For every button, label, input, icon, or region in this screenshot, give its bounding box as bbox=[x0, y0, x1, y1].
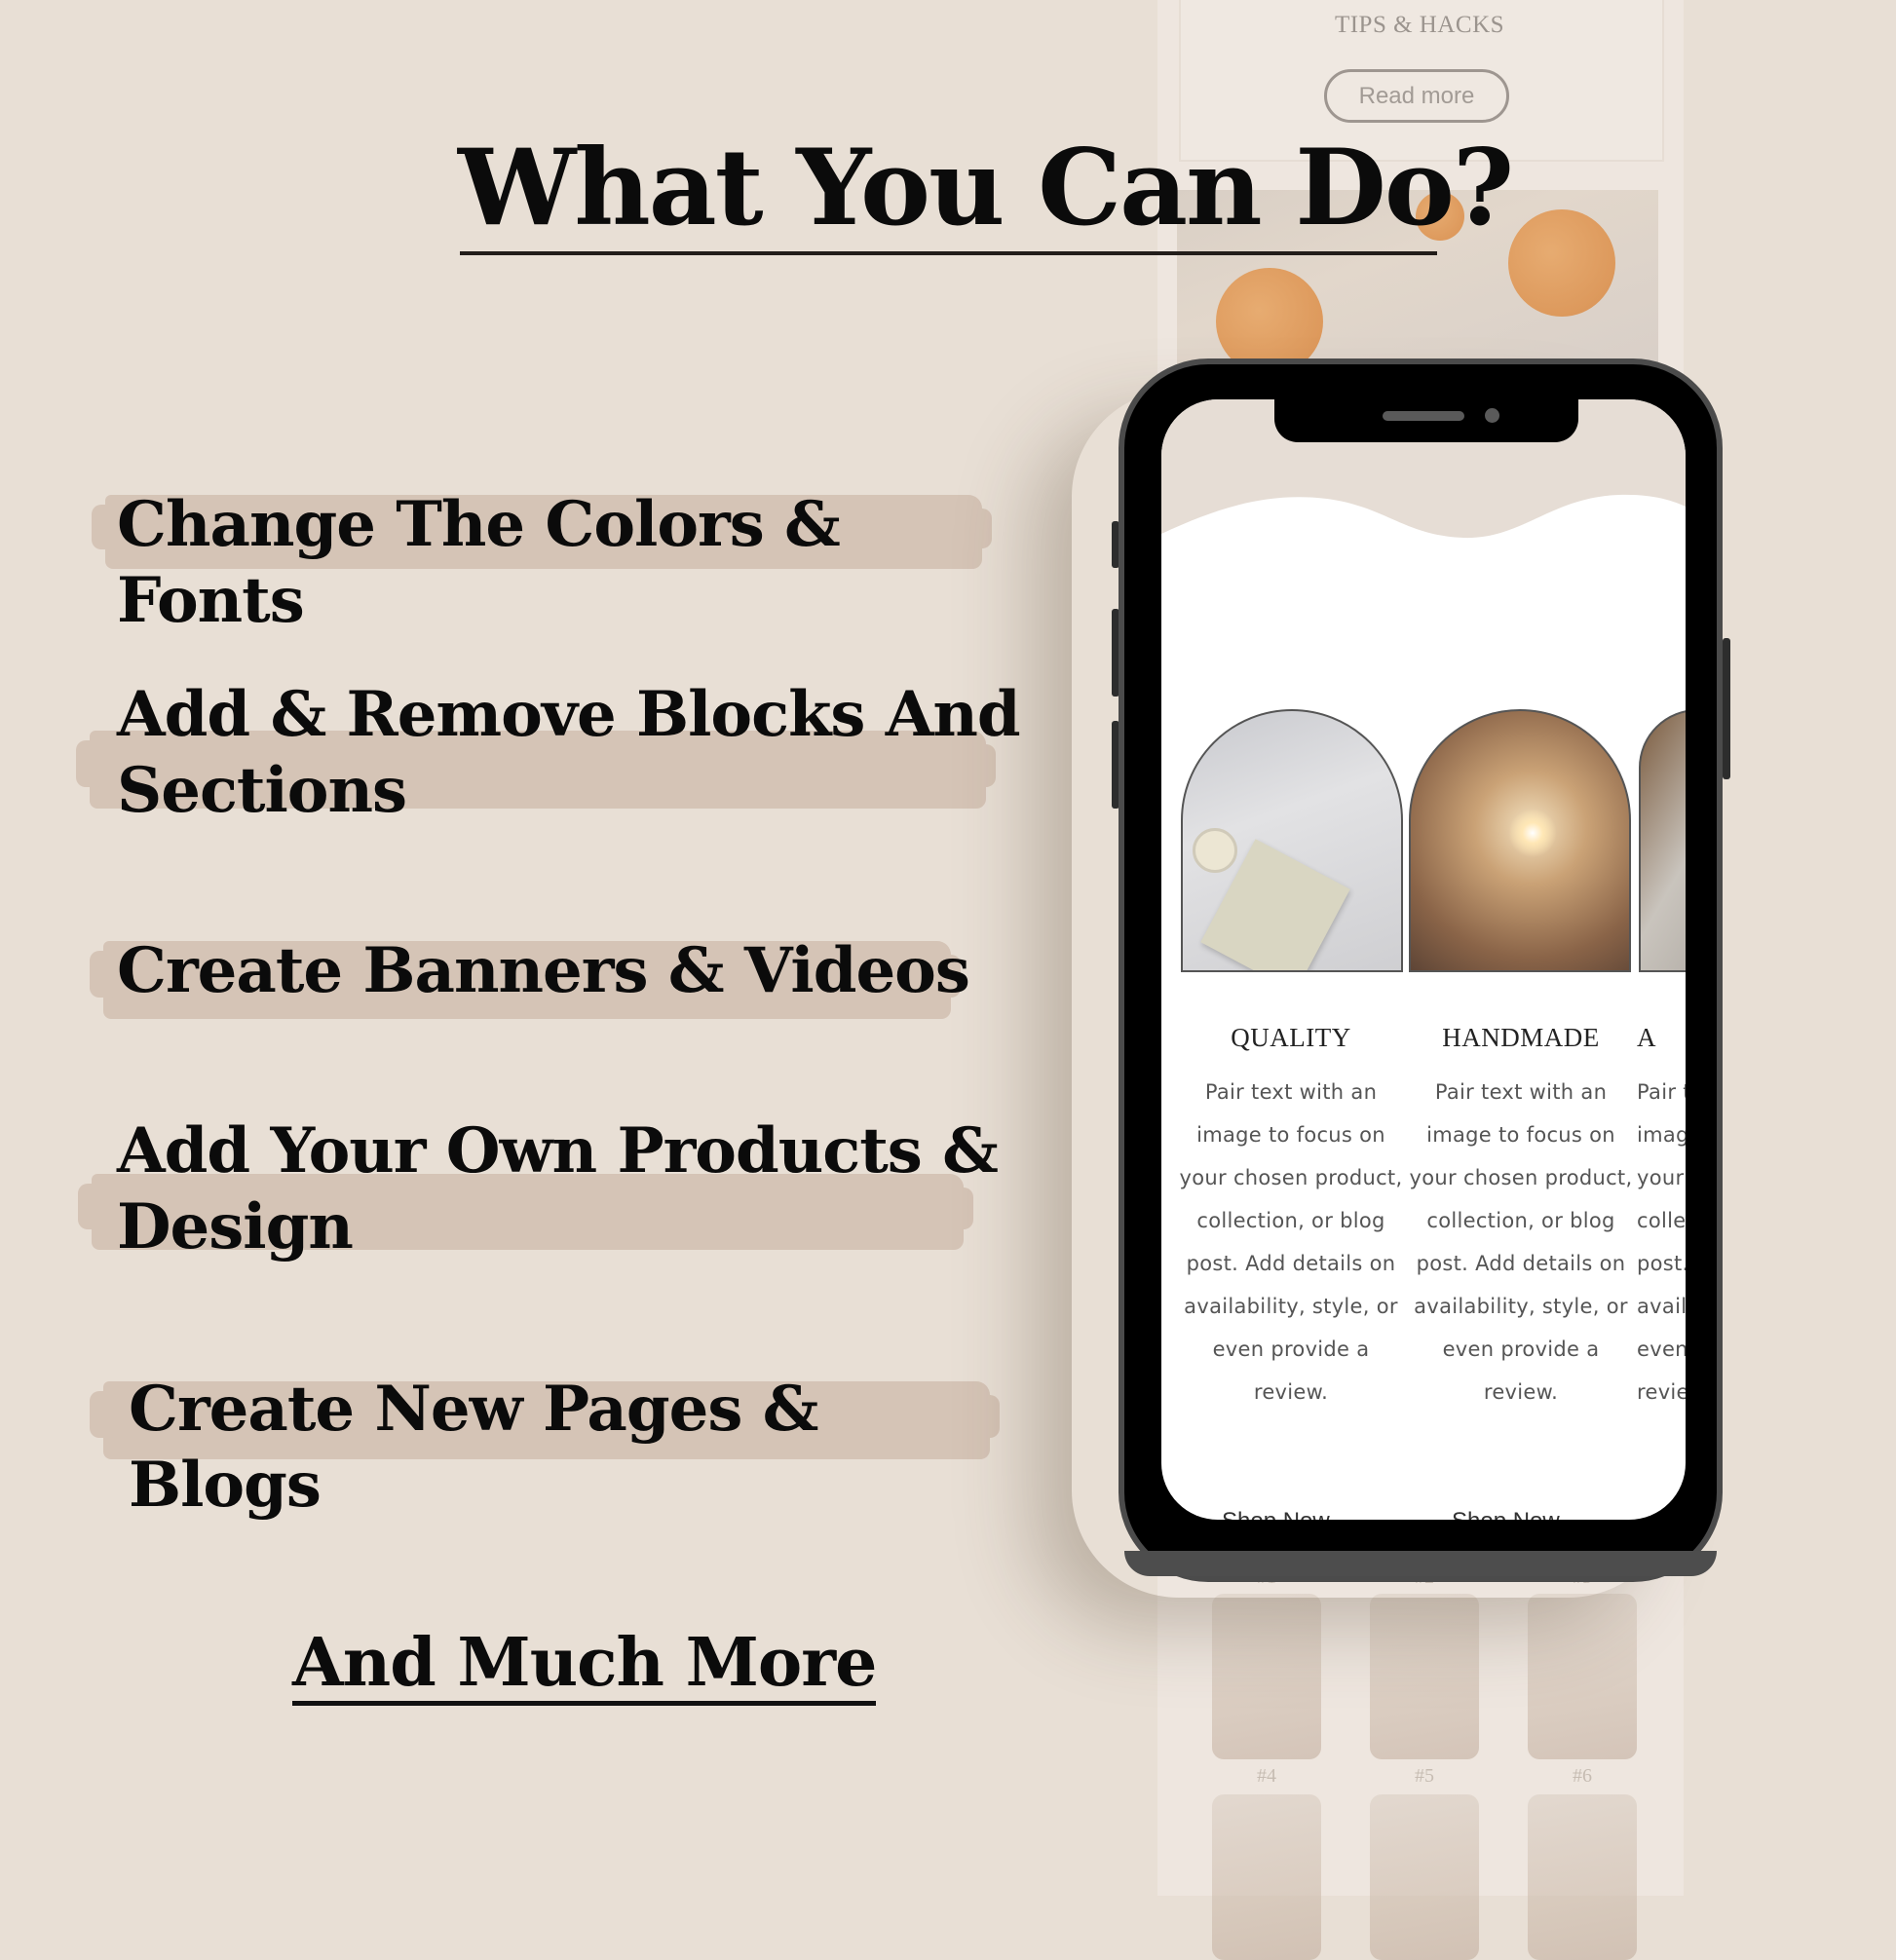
read-more-button[interactable]: Read more bbox=[1324, 69, 1509, 123]
shop-now-link[interactable]: Shop Now → bbox=[1452, 1508, 1589, 1520]
sparkler-icon bbox=[1508, 809, 1557, 857]
feature-label: Create Banners & Videos bbox=[117, 934, 970, 1007]
column-title: HANDMADE bbox=[1442, 1023, 1600, 1052]
feature-add-remove-blocks: Add & Remove Blocks And Sections bbox=[76, 677, 1023, 829]
thumb-number: #5 bbox=[1415, 1765, 1434, 1787]
column-title: QUALITY bbox=[1231, 1023, 1351, 1052]
column-body: Pair text with an image to focus on your… bbox=[1637, 1080, 1686, 1404]
product-thumbnail[interactable] bbox=[1370, 1594, 1479, 1759]
product-thumbnail[interactable] bbox=[1528, 1594, 1637, 1759]
and-much-more-link: And Much More bbox=[292, 1625, 877, 1706]
arch-image-partial[interactable] bbox=[1639, 709, 1686, 972]
speaker-icon bbox=[1383, 411, 1464, 421]
arch-image-notebook[interactable] bbox=[1181, 709, 1403, 972]
feature-label: Change The Colors & Fonts bbox=[117, 488, 841, 637]
thumb-number: #6 bbox=[1573, 1765, 1592, 1787]
feature-banners-videos: Create Banners & Videos bbox=[90, 933, 1023, 1019]
feature-label: Add & Remove Blocks And bbox=[117, 678, 1021, 751]
column-handmade: HANDMADE Pair text with an image to focu… bbox=[1407, 1023, 1635, 1413]
column-quality: QUALITY Pair text with an image to focus… bbox=[1177, 1023, 1405, 1413]
wave-divider bbox=[1161, 494, 1686, 584]
feature-change-colors-fonts: Change The Colors & Fonts bbox=[92, 487, 1023, 639]
feature-label: Sections bbox=[117, 754, 407, 827]
phone-power-button bbox=[1723, 638, 1730, 779]
phone-notch bbox=[1274, 399, 1578, 442]
product-thumbnail[interactable] bbox=[1528, 1794, 1637, 1960]
feature-products-design: Add Your Own Products & Design bbox=[78, 1113, 1023, 1265]
orange-icon bbox=[1508, 209, 1615, 317]
phone-screen: QUALITY Pair text with an image to focus… bbox=[1161, 399, 1686, 1520]
column-body: Pair text with an image to focus on your… bbox=[1409, 1080, 1633, 1404]
phone-bottom-bezel bbox=[1124, 1551, 1717, 1576]
title-underline bbox=[460, 251, 1437, 255]
product-thumbnail[interactable] bbox=[1370, 1794, 1479, 1960]
shop-now-link[interactable]: Shop Now → bbox=[1222, 1508, 1359, 1520]
arch-image-sparkler[interactable] bbox=[1409, 709, 1631, 972]
feature-label: Create New Pages & Blogs bbox=[129, 1373, 818, 1522]
product-thumbnail[interactable] bbox=[1212, 1594, 1321, 1759]
column-partial: A Pair text with an image to focus on yo… bbox=[1637, 1023, 1686, 1413]
column-body: Pair text with an image to focus on your… bbox=[1179, 1080, 1403, 1404]
thumb-number: #4 bbox=[1257, 1765, 1276, 1787]
tips-hacks-label: TIPS & HACKS bbox=[1334, 12, 1505, 38]
feature-label: Add Your Own Products & bbox=[117, 1114, 999, 1187]
page-title: What You Can Do? bbox=[458, 127, 1514, 249]
phone-mockup: QUALITY Pair text with an image to focus… bbox=[1119, 358, 1723, 1582]
product-thumbnail[interactable] bbox=[1212, 1794, 1321, 1960]
column-title: A bbox=[1637, 1023, 1656, 1052]
feature-label: Design bbox=[117, 1190, 354, 1263]
camera-icon bbox=[1485, 408, 1499, 423]
candle-icon bbox=[1193, 828, 1237, 873]
feature-pages-blogs: Create New Pages & Blogs bbox=[90, 1372, 1023, 1524]
